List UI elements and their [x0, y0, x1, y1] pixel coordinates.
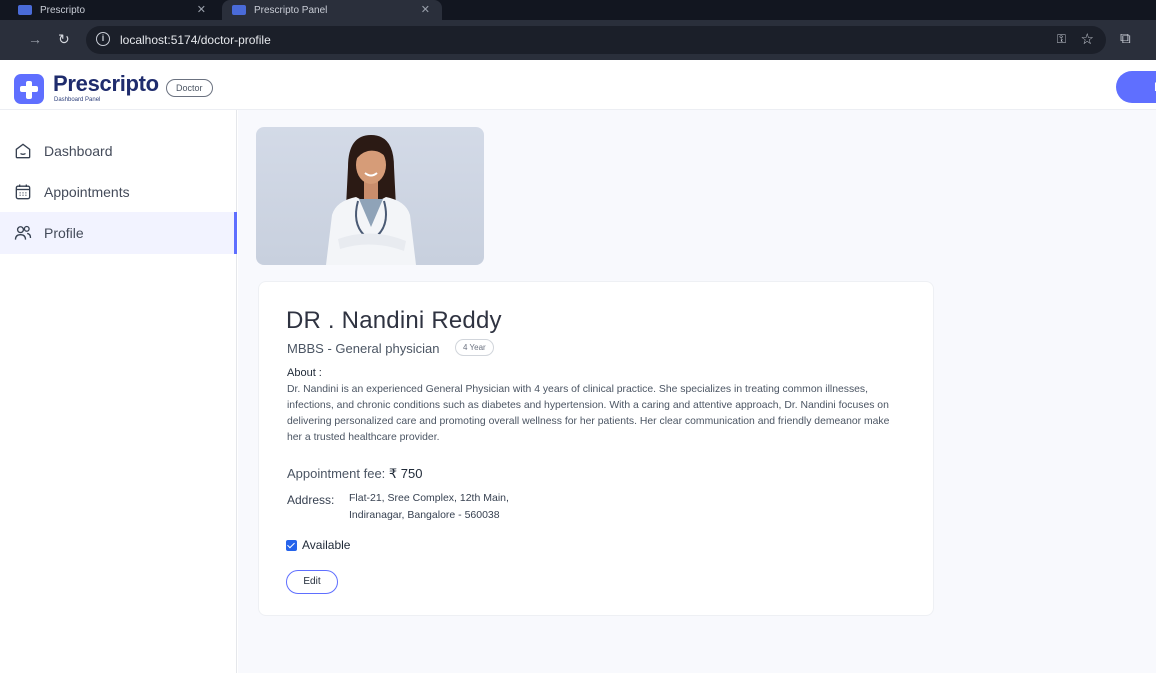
address-line-2: Indiranagar, Bangalore - 560038 — [349, 509, 500, 521]
tab-title: Prescripto — [40, 4, 86, 16]
sidebar: Dashboard Appointments Profile — [0, 110, 237, 673]
address-label: Address: — [287, 493, 335, 507]
sidebar-item-dashboard[interactable]: Dashboard — [0, 130, 237, 172]
available-label: Available — [302, 538, 351, 552]
calendar-icon — [12, 181, 34, 203]
edit-button[interactable]: Edit — [286, 570, 338, 594]
close-tab-icon[interactable]: ✕ — [197, 3, 206, 16]
fee-label: Appointment fee: — [287, 466, 386, 481]
site-info-icon[interactable]: i — [96, 32, 110, 46]
logout-button[interactable]: Logout — [1116, 71, 1156, 103]
bookmark-star-icon[interactable]: ☆ — [1081, 30, 1094, 48]
address-bar[interactable]: i localhost:5174/doctor-profile ⚿ ☆ — [86, 26, 1106, 54]
brand-name: Prescripto — [53, 71, 159, 96]
doctor-degree: MBBS - General physician — [287, 341, 440, 356]
address-line-1: Flat-21, Sree Complex, 12th Main, — [349, 492, 509, 504]
tab-title: Prescripto Panel — [254, 4, 328, 16]
browser-tab-bar: Prescripto ✕ Prescripto Panel ✕ — [0, 0, 1156, 20]
browser-tab[interactable]: Prescripto ✕ — [8, 0, 218, 20]
home-icon — [12, 140, 34, 162]
forward-icon[interactable]: → — [28, 31, 42, 47]
fee-value: ₹ 750 — [388, 466, 423, 481]
sidebar-item-label: Appointments — [44, 184, 130, 200]
logo-icon — [14, 74, 44, 104]
about-label: About : — [287, 367, 322, 379]
available-checkbox[interactable] — [286, 539, 297, 551]
browser-toolbar: → ↻ i localhost:5174/doctor-profile ⚿ ☆ … — [0, 20, 1156, 60]
sidebar-item-label: Dashboard — [44, 143, 113, 159]
people-icon — [12, 222, 34, 244]
appointment-fee: Appointment fee: ₹ 750 — [287, 466, 423, 482]
close-tab-icon[interactable]: ✕ — [421, 3, 430, 16]
extensions-icon[interactable]: ⧉ — [1120, 30, 1131, 47]
experience-badge: 4 Year — [455, 339, 494, 356]
profile-card: DR . Nandini Reddy MBBS - General physic… — [258, 281, 934, 616]
sidebar-item-profile[interactable]: Profile — [0, 212, 237, 254]
about-text: Dr. Nandini is an experienced General Ph… — [287, 384, 890, 443]
sidebar-item-label: Profile — [44, 225, 84, 241]
available-toggle[interactable]: Available — [286, 538, 350, 552]
main-content: DR . Nandini Reddy MBBS - General physic… — [238, 110, 1156, 673]
doctor-photo — [256, 127, 484, 265]
role-badge: Doctor — [166, 79, 213, 97]
password-key-icon[interactable]: ⚿ — [1057, 32, 1066, 47]
doctor-name: DR . Nandini Reddy — [286, 307, 502, 334]
url-text[interactable]: localhost:5174/doctor-profile — [120, 33, 271, 47]
brand-subtitle: Dashboard Panel — [54, 97, 101, 103]
sidebar-item-appointments[interactable]: Appointments — [0, 171, 237, 213]
favicon-icon — [232, 5, 246, 15]
app-header: Prescripto Dashboard Panel Doctor Logout — [0, 60, 1156, 110]
reload-icon[interactable]: ↻ — [58, 31, 70, 48]
browser-tab-active[interactable]: Prescripto Panel ✕ — [222, 0, 442, 20]
favicon-icon — [18, 5, 32, 15]
